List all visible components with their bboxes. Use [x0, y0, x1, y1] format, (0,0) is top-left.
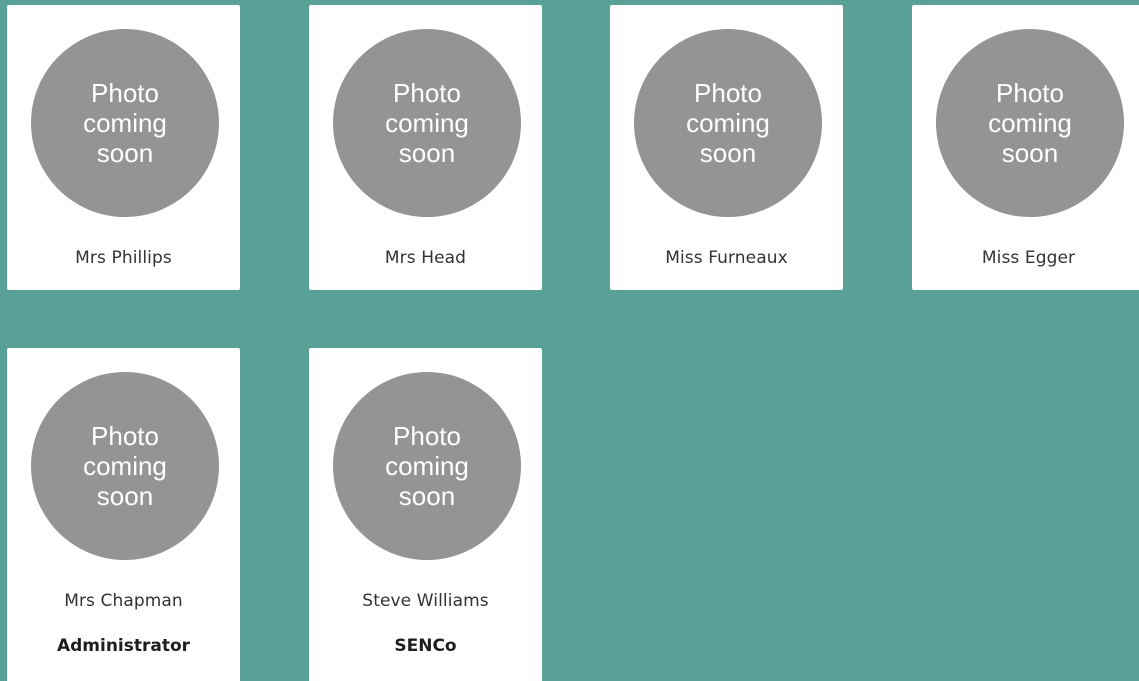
staff-role: SENCo — [394, 636, 457, 656]
staff-card: Photo coming soon Miss Egger — [912, 5, 1139, 290]
staff-name: Miss Egger — [981, 248, 1076, 268]
photo-placeholder: Photo coming soon — [31, 372, 219, 560]
staff-role: Administrator — [56, 636, 191, 656]
staff-card: Photo coming soon Miss Furneaux — [610, 5, 843, 290]
photo-placeholder: Photo coming soon — [333, 29, 521, 217]
photo-placeholder: Photo coming soon — [936, 29, 1124, 217]
photo-placeholder-text: Photo coming soon — [686, 78, 770, 168]
photo-placeholder-text: Photo coming soon — [385, 421, 469, 511]
staff-name: Mrs Chapman — [64, 591, 183, 611]
staff-name: Mrs Head — [384, 248, 467, 268]
photo-placeholder-text: Photo coming soon — [83, 78, 167, 168]
staff-grid: Photo coming soon Mrs Phillips Photo com… — [0, 0, 1139, 681]
photo-placeholder-text: Photo coming soon — [83, 421, 167, 511]
staff-name: Miss Furneaux — [665, 248, 788, 268]
photo-placeholder: Photo coming soon — [31, 29, 219, 217]
staff-name: Steve Williams — [362, 591, 489, 611]
staff-card: Photo coming soon Steve Williams SENCo — [309, 348, 542, 681]
photo-placeholder-text: Photo coming soon — [988, 78, 1072, 168]
staff-card: Photo coming soon Mrs Chapman Administra… — [7, 348, 240, 681]
staff-card: Photo coming soon Mrs Phillips — [7, 5, 240, 290]
photo-placeholder: Photo coming soon — [634, 29, 822, 217]
staff-name: Mrs Phillips — [75, 248, 172, 268]
staff-card: Photo coming soon Mrs Head — [309, 5, 542, 290]
photo-placeholder: Photo coming soon — [333, 372, 521, 560]
photo-placeholder-text: Photo coming soon — [385, 78, 469, 168]
